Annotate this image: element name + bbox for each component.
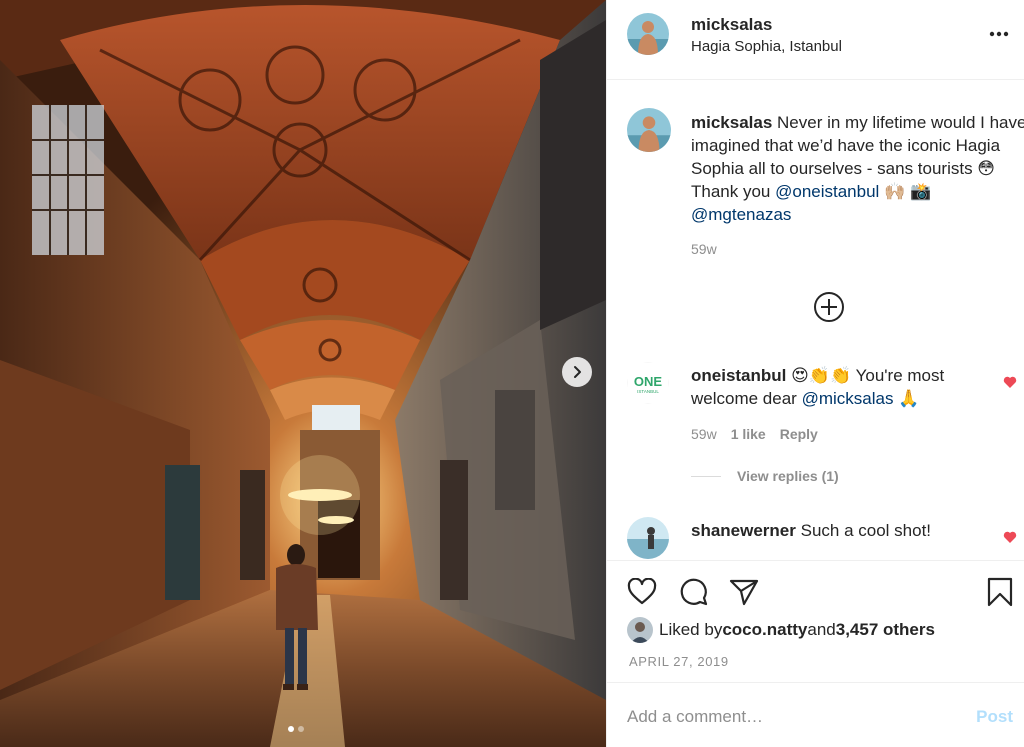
likes-count[interactable]: 3,457 others bbox=[836, 620, 935, 640]
reply-button[interactable]: Reply bbox=[780, 426, 818, 442]
comment-meta: 59w 1 like Reply bbox=[691, 426, 818, 442]
next-photo-button[interactable] bbox=[562, 357, 592, 387]
caption-mention-mgtenazas[interactable]: @mgtenazas bbox=[691, 205, 791, 224]
caption-author-avatar[interactable] bbox=[627, 108, 671, 152]
view-replies-label: View replies (1) bbox=[737, 468, 839, 484]
commenter-avatar[interactable] bbox=[627, 517, 669, 559]
carousel-dot-active bbox=[288, 726, 294, 732]
author-avatar[interactable] bbox=[627, 13, 669, 55]
heart-outline-icon bbox=[627, 578, 657, 605]
comment-text: oneistanbul 😍👏👏 You're most welcome dear… bbox=[691, 364, 981, 410]
replies-divider bbox=[691, 475, 721, 477]
more-options-button[interactable] bbox=[987, 22, 1011, 46]
more-horizontal-icon bbox=[989, 31, 1009, 37]
view-replies-button[interactable]: View replies (1) bbox=[691, 468, 839, 484]
commenter-avatar-logo: ONE bbox=[634, 374, 663, 389]
post-location[interactable]: Hagia Sophia, Istanbul bbox=[691, 38, 842, 55]
caption-emoji: 🙌🏼 📸 bbox=[879, 182, 932, 201]
post-actions: Liked by coco.natty and 3,457 others APR… bbox=[607, 560, 1024, 682]
post-photo[interactable] bbox=[0, 0, 606, 747]
heart-filled-icon[interactable] bbox=[1002, 529, 1018, 545]
commenter-avatar[interactable]: ONE ISTANBUL bbox=[627, 362, 669, 404]
hagia-sophia-photo bbox=[0, 0, 606, 747]
caption-username[interactable]: micksalas bbox=[691, 113, 772, 132]
comment-mention[interactable]: @micksalas bbox=[802, 389, 894, 408]
bookmark-icon bbox=[987, 577, 1013, 607]
heart-filled-icon[interactable] bbox=[1002, 374, 1018, 390]
likes-prefix: Liked by bbox=[659, 620, 723, 639]
caption-mention-oneistanbul[interactable]: @oneistanbul bbox=[775, 182, 879, 201]
caption-timestamp[interactable]: 59w bbox=[691, 241, 717, 257]
likes-summary: Liked by coco.natty and 3,457 others bbox=[627, 617, 935, 643]
paper-plane-icon bbox=[729, 579, 759, 606]
comment-bubble-icon bbox=[680, 578, 708, 606]
comment-username[interactable]: oneistanbul bbox=[691, 366, 786, 385]
comment-button[interactable] bbox=[677, 575, 711, 609]
author-username[interactable]: micksalas bbox=[691, 15, 772, 35]
carousel-indicator bbox=[288, 726, 304, 732]
like-button[interactable] bbox=[625, 575, 659, 609]
comment-timestamp[interactable]: 59w bbox=[691, 426, 717, 442]
likes-middle: and bbox=[807, 620, 836, 639]
save-button[interactable] bbox=[983, 575, 1017, 609]
comment-emoji: 🙏 bbox=[893, 389, 920, 408]
comment-username[interactable]: shanewerner bbox=[691, 521, 796, 540]
post-side-panel: micksalas Hagia Sophia, Istanbul micksal… bbox=[606, 0, 1024, 747]
commenter-avatar-logo-sub: ISTANBUL bbox=[637, 389, 659, 394]
caption-text: micksalas Never in my lifetime would I h… bbox=[691, 111, 1024, 226]
add-comment-bar: Post bbox=[607, 682, 1024, 747]
share-button[interactable] bbox=[727, 575, 761, 609]
post-comment-button[interactable]: Post bbox=[976, 707, 1013, 727]
liker-avatar[interactable] bbox=[627, 617, 653, 643]
comment-likes[interactable]: 1 like bbox=[731, 426, 766, 442]
post-date[interactable]: APRIL 27, 2019 bbox=[629, 654, 729, 669]
carousel-dot bbox=[298, 726, 304, 732]
comment-body: Such a cool shot! bbox=[795, 521, 932, 540]
load-more-comments-button[interactable] bbox=[813, 291, 845, 323]
comment-input[interactable] bbox=[627, 703, 947, 731]
post-header: micksalas Hagia Sophia, Istanbul bbox=[607, 0, 1024, 80]
chevron-right-icon bbox=[574, 366, 581, 378]
liker-username[interactable]: coco.natty bbox=[722, 620, 807, 640]
comment-text: shanewerner Such a cool shot! bbox=[691, 519, 981, 542]
